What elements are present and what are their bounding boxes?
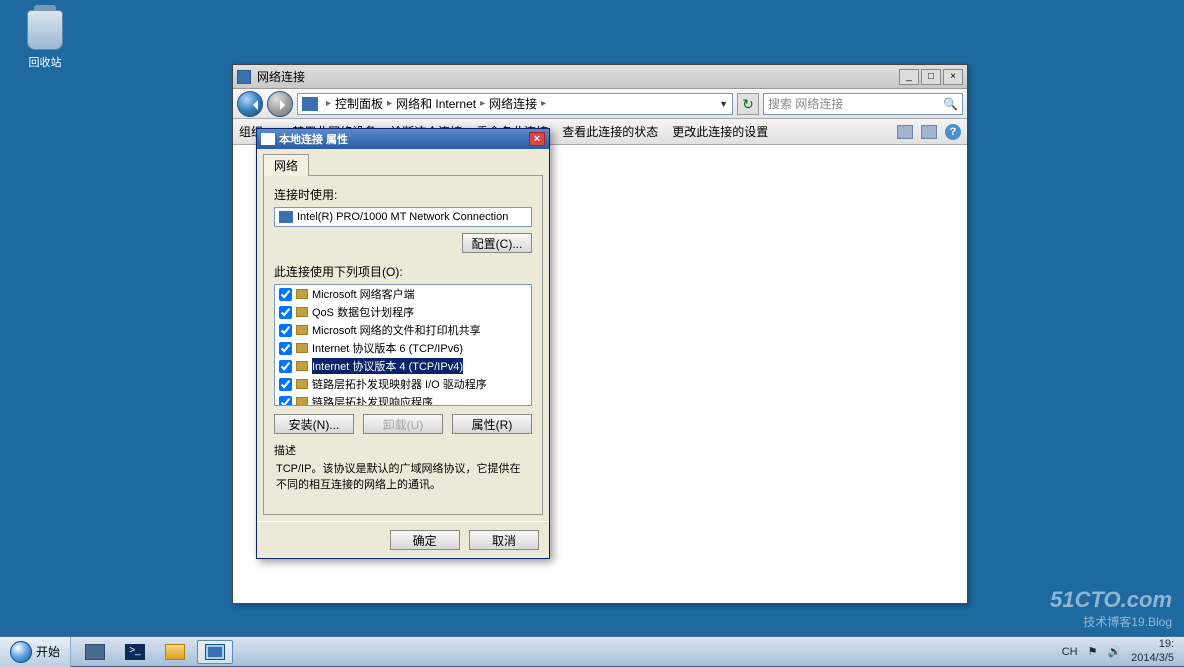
taskbar-server-manager[interactable]: [77, 640, 113, 664]
start-button[interactable]: 开始: [0, 637, 71, 667]
item-checkbox[interactable]: [279, 378, 292, 391]
component-icon: [296, 289, 308, 299]
uninstall-button: 卸载(U): [363, 414, 443, 434]
dialog-icon: [261, 133, 275, 145]
component-icon: [296, 397, 308, 406]
item-checkbox[interactable]: [279, 324, 292, 337]
nav-bar: ▸ 控制面板 ▸ 网络和 Internet ▸ 网络连接 ▸ ▼ ↻ 搜索 网络…: [233, 89, 967, 119]
cancel-button[interactable]: 取消: [469, 530, 539, 550]
taskbar: 开始 >_ CH ⚑ 🔊 19: 2014/3/5: [0, 636, 1184, 666]
breadcrumb-3[interactable]: 网络连接: [489, 95, 537, 112]
tray-flag-icon[interactable]: ⚑: [1088, 645, 1098, 658]
window-icon: [237, 70, 251, 84]
ime-indicator[interactable]: CH: [1062, 646, 1078, 658]
watermark: 51CTO.com 技术博客19.Blog: [1050, 587, 1172, 630]
connect-using-label: 连接时使用:: [274, 186, 532, 203]
taskbar-explorer[interactable]: [157, 640, 193, 664]
folder-icon: [302, 97, 318, 111]
nav-back-button[interactable]: [237, 91, 263, 117]
nav-forward-button[interactable]: [267, 91, 293, 117]
description-text: TCP/IP。该协议是默认的广域网络协议，它提供在不同的相互连接的网络上的通讯。: [274, 458, 532, 504]
recycle-bin-label: 回收站: [20, 54, 70, 70]
view-icon[interactable]: [897, 125, 913, 139]
list-item[interactable]: Internet 协议版本 6 (TCP/IPv6): [275, 339, 531, 357]
tab-network[interactable]: 网络: [263, 154, 309, 176]
preview-icon[interactable]: [921, 125, 937, 139]
description-label: 描述: [274, 442, 532, 458]
list-item[interactable]: QoS 数据包计划程序: [275, 303, 531, 321]
dialog-close-button[interactable]: ×: [529, 132, 545, 146]
description-box: 描述 TCP/IP。该协议是默认的广域网络协议，它提供在不同的相互连接的网络上的…: [274, 442, 532, 504]
component-icon: [296, 325, 308, 335]
adapter-name: Intel(R) PRO/1000 MT Network Connection: [297, 211, 508, 223]
minimize-button[interactable]: _: [899, 69, 919, 85]
help-icon[interactable]: ?: [945, 124, 961, 140]
toolbar-status[interactable]: 查看此连接的状态: [562, 123, 658, 140]
maximize-button[interactable]: □: [921, 69, 941, 85]
systray: CH ⚑ 🔊 19: 2014/3/5: [1052, 638, 1184, 664]
desktop-recycle-bin[interactable]: 回收站: [20, 10, 70, 70]
network-icon: [205, 644, 225, 660]
clock-time: 19:: [1131, 638, 1174, 651]
taskbar-clock[interactable]: 19: 2014/3/5: [1131, 638, 1174, 664]
item-checkbox[interactable]: [279, 342, 292, 355]
search-icon[interactable]: 🔍: [943, 97, 958, 111]
component-icon: [296, 379, 308, 389]
adapter-icon: [279, 211, 293, 223]
breadcrumb-2[interactable]: 网络和 Internet: [396, 95, 476, 112]
item-checkbox[interactable]: [279, 306, 292, 319]
address-bar[interactable]: ▸ 控制面板 ▸ 网络和 Internet ▸ 网络连接 ▸ ▼: [297, 93, 733, 115]
taskbar-powershell[interactable]: >_: [117, 640, 153, 664]
explorer-titlebar[interactable]: 网络连接 _ □ ×: [233, 65, 967, 89]
properties-dialog: 本地连接 属性 × 网络 连接时使用: Intel(R) PRO/1000 MT…: [256, 128, 550, 559]
address-dropdown[interactable]: ▼: [719, 99, 728, 109]
dialog-titlebar[interactable]: 本地连接 属性 ×: [257, 129, 549, 149]
clock-date: 2014/3/5: [1131, 652, 1174, 665]
component-icon: [296, 361, 308, 371]
explorer-icon: [165, 644, 185, 660]
close-button[interactable]: ×: [943, 69, 963, 85]
recycle-bin-icon: [27, 10, 63, 50]
list-item[interactable]: 链路层拓扑发现映射器 I/O 驱动程序: [275, 375, 531, 393]
start-orb-icon: [10, 641, 32, 663]
configure-button[interactable]: 配置(C)...: [462, 233, 532, 253]
breadcrumb-1[interactable]: 控制面板: [335, 95, 383, 112]
window-title: 网络连接: [257, 68, 305, 85]
server-icon: [85, 644, 105, 660]
component-icon: [296, 307, 308, 317]
taskbar-network[interactable]: [197, 640, 233, 664]
refresh-button[interactable]: ↻: [737, 93, 759, 115]
powershell-icon: >_: [125, 644, 145, 660]
item-checkbox[interactable]: [279, 288, 292, 301]
start-label: 开始: [36, 643, 60, 660]
toolbar-settings[interactable]: 更改此连接的设置: [672, 123, 768, 140]
list-item[interactable]: 链路层拓扑发现响应程序: [275, 393, 531, 406]
properties-button[interactable]: 属性(R): [452, 414, 532, 434]
adapter-field: Intel(R) PRO/1000 MT Network Connection: [274, 207, 532, 227]
items-label: 此连接使用下列项目(O):: [274, 263, 532, 280]
tray-volume-icon[interactable]: 🔊: [1107, 645, 1121, 658]
list-item[interactable]: Microsoft 网络的文件和打印机共享: [275, 321, 531, 339]
item-checkbox[interactable]: [279, 396, 292, 407]
list-item[interactable]: Microsoft 网络客户端: [275, 285, 531, 303]
dialog-title: 本地连接 属性: [279, 131, 348, 147]
search-placeholder: 搜索 网络连接: [768, 95, 843, 112]
search-input[interactable]: 搜索 网络连接 🔍: [763, 93, 963, 115]
list-item-selected[interactable]: Internet 协议版本 4 (TCP/IPv4): [275, 357, 531, 375]
component-icon: [296, 343, 308, 353]
items-list: Microsoft 网络客户端 QoS 数据包计划程序 Microsoft 网络…: [274, 284, 532, 406]
install-button[interactable]: 安装(N)...: [274, 414, 354, 434]
item-checkbox[interactable]: [279, 360, 292, 373]
ok-button[interactable]: 确定: [390, 530, 460, 550]
